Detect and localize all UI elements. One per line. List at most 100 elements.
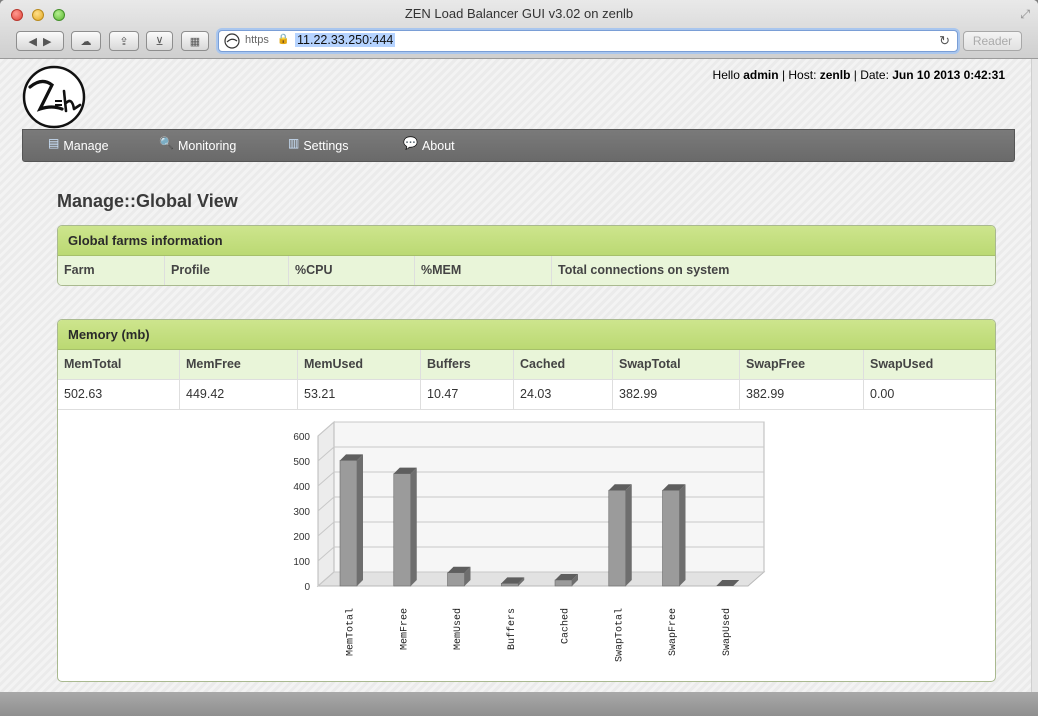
reload-icon[interactable]: ↻: [939, 33, 950, 49]
farms-header-row: Farm Profile %CPU %MEM Total connections…: [58, 256, 995, 285]
https-label: https: [245, 34, 269, 46]
grid-icon: ▦: [189, 35, 201, 48]
bar-front: [608, 489, 627, 587]
fullscreen-icon[interactable]: ⤢: [1020, 7, 1030, 22]
page-title: Manage::Global View: [57, 191, 238, 211]
back-forward-button-group[interactable]: ◀ ▶: [16, 31, 64, 51]
table-cell: 449.42: [180, 380, 298, 409]
share-button[interactable]: ⇪: [109, 31, 139, 51]
lock-icon: 🔒: [277, 34, 290, 45]
menu-label-manage: Manage: [63, 138, 109, 153]
address-bar[interactable]: https 🔒 11.22.33.250:444 ↻: [218, 30, 958, 52]
table-cell: 0.00: [870, 387, 895, 401]
magnifier-icon: 🔍: [159, 135, 174, 150]
username: admin: [743, 68, 779, 82]
page-content: Hello admin | Host: zenlb | Date: Jun 10…: [0, 59, 1031, 692]
y-tick-label: 500: [293, 457, 310, 468]
speech-bubble-icon: 💬: [403, 135, 418, 150]
zen-logo: [22, 65, 86, 129]
site-icon: [224, 33, 240, 49]
bar-side: [410, 467, 417, 586]
bar-side: [679, 484, 686, 586]
farms-panel-title: Global farms information: [58, 226, 995, 256]
manage-icon: ▤: [48, 135, 60, 150]
session-info: Hello admin | Host: zenlb | Date: Jun 10…: [713, 68, 1005, 82]
column-header: %MEM: [415, 256, 552, 285]
x-tick-label: MemFree: [399, 608, 410, 650]
bar-front: [339, 460, 358, 587]
bar-front: [500, 583, 519, 587]
menu-label-about: About: [421, 138, 455, 153]
title-bar: ZEN Load Balancer GUI v3.02 on zenlb ⤢ ◀…: [0, 0, 1038, 59]
y-tick-label: 400: [293, 482, 310, 493]
vertical-scrollbar[interactable]: [1031, 59, 1038, 692]
x-tick-label: SwapUsed: [721, 608, 733, 656]
x-tick-label: SwapTotal: [613, 608, 625, 662]
table-cell: 53.21: [298, 380, 421, 409]
top-sites-button[interactable]: ▦: [181, 31, 209, 51]
menu-item-manage[interactable]: ▤ Manage: [48, 130, 109, 161]
x-tick-label: MemUsed: [452, 608, 464, 650]
bar-side: [625, 484, 632, 586]
table-cell: 24.03: [514, 380, 613, 409]
browser-window: ZEN Load Balancer GUI v3.02 on zenlb ⤢ ◀…: [0, 0, 1038, 716]
hello-label: Hello: [712, 68, 740, 82]
menu-label-settings: Settings: [303, 138, 349, 153]
column-header: MemUsed: [298, 350, 421, 379]
settings-icon: ▥: [288, 135, 300, 150]
date-value: Jun 10 2013 0:42:31: [892, 68, 1005, 82]
y-tick-label: 300: [293, 507, 310, 518]
bar-front: [447, 572, 465, 587]
column-header: Profile: [165, 256, 289, 285]
table-cell: 10.47: [421, 380, 514, 409]
memory-values-row: 502.63 449.42 53.21 10.47 24.03 382.99 3…: [58, 380, 995, 410]
column-header: SwapUsed: [870, 357, 934, 371]
forward-icon[interactable]: ▶: [43, 35, 51, 48]
column-header: Total connections on system: [558, 263, 730, 277]
x-tick-label: Cached: [560, 608, 572, 644]
cloud-icon: ☁: [80, 35, 92, 48]
url-text[interactable]: 11.22.33.250:444: [295, 33, 396, 47]
y-tick-label: 200: [293, 532, 310, 543]
table-cell: 382.99: [740, 380, 864, 409]
memory-panel-title: Memory (mb): [58, 320, 995, 350]
x-tick-label: Buffers: [506, 608, 518, 650]
menu-label-monitoring: Monitoring: [177, 138, 237, 153]
memory-panel: Memory (mb) MemTotal MemFree MemUsed Buf…: [57, 319, 996, 682]
column-header: Cached: [514, 350, 613, 379]
back-icon[interactable]: ◀: [29, 35, 37, 48]
column-header: Farm: [58, 256, 165, 285]
column-header: MemFree: [180, 350, 298, 379]
column-header: Buffers: [421, 350, 514, 379]
menu-item-monitoring[interactable]: 🔍 Monitoring: [159, 130, 236, 161]
column-header: MemTotal: [58, 350, 180, 379]
column-header: SwapFree: [740, 350, 864, 379]
reading-list-button[interactable]: ⊻: [146, 31, 173, 51]
table-cell: 502.63: [58, 380, 180, 409]
column-header: %CPU: [289, 256, 415, 285]
host-label: | Host:: [781, 68, 817, 82]
chart-floor: [316, 571, 766, 587]
share-icon: ⇪: [119, 35, 129, 48]
window-title: ZEN Load Balancer GUI v3.02 on zenlb: [404, 6, 634, 21]
pocket-icon: ⊻: [155, 35, 164, 48]
memory-chart-area: 0 100 200 300 400 500 600 MemTotal MemFree MemUse…: [58, 410, 995, 680]
date-label: | Date:: [853, 68, 889, 82]
menu-item-settings[interactable]: ▥ Settings: [288, 130, 349, 161]
table-cell: 382.99: [613, 380, 740, 409]
status-bar: [0, 692, 1038, 716]
bar-front: [554, 579, 573, 587]
x-tick-label: SwapFree: [668, 608, 679, 656]
bar-front: [393, 473, 412, 587]
memory-header-row: MemTotal MemFree MemUsed Buffers Cached …: [58, 350, 995, 380]
icloud-tabs-button[interactable]: ☁: [71, 31, 101, 51]
reader-button[interactable]: Reader: [963, 31, 1022, 51]
y-tick-label: 0: [304, 582, 310, 593]
farms-panel: Global farms information Farm Profile %C…: [57, 225, 996, 286]
hostname: zenlb: [819, 68, 851, 82]
main-menu: ▤ Manage 🔍 Monitoring ▥ Settings 💬 About: [22, 129, 1015, 162]
y-tick-label: 100: [293, 557, 310, 568]
menu-item-about[interactable]: 💬 About: [403, 130, 455, 161]
column-header: SwapTotal: [613, 350, 740, 379]
bar-front: [662, 489, 680, 587]
